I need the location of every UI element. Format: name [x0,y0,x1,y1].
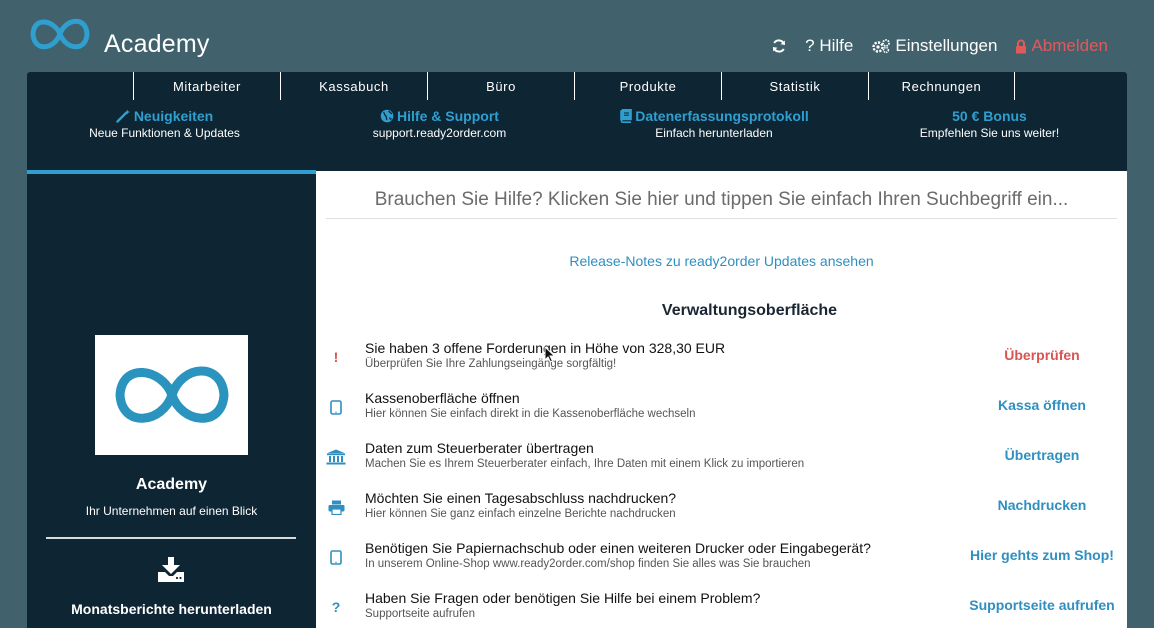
open-register-button[interactable]: Kassa öffnen [967,397,1117,413]
settings-label: Einstellungen [895,36,998,55]
nav-item-buero[interactable]: Büro [427,72,574,100]
shop-button[interactable]: Hier gehts zum Shop! [967,547,1117,563]
task-open-pos: Kassenoberfläche öffnen Hier können Sie … [316,389,1127,439]
nav-item-rechnungen[interactable]: Rechnungen [868,72,1015,100]
promo-support[interactable]: Hilfe & Support support.ready2order.com [337,108,542,140]
nav-item-statistik[interactable]: Statistik [721,72,868,100]
sidebar-subtitle: Ihr Unternehmen auf einen Blick [85,504,258,518]
refresh-icon [773,39,786,53]
promo-bonus-subtitle: Empfehlen Sie uns weiter! [919,126,1060,140]
task-open-receivables: ! Sie haben 3 offene Forderungen in Höhe… [316,339,1127,389]
nav-item-mitarbeiter[interactable]: Mitarbeiter [133,72,280,100]
release-notes-link[interactable]: Release-Notes zu ready2order Updates ans… [316,253,1127,269]
main-nav: Mitarbeiter Kassabuch Büro Produkte Stat… [133,72,1015,100]
logout-link[interactable]: Abmelden [1015,36,1108,56]
book-icon [620,109,633,123]
task-title: Möchten Sie einen Tagesabschluss nachdru… [365,490,677,506]
logout-label: Abmelden [1031,36,1108,55]
help-search-input[interactable] [326,181,1117,219]
task-subtitle: Hier können Sie einfach direkt in die Ka… [365,408,696,420]
support-page-button[interactable]: Supportseite aufrufen [967,597,1117,613]
content-area: Release-Notes zu ready2order Updates ans… [316,171,1127,628]
bank-icon [324,447,348,467]
nav-item-kassabuch[interactable]: Kassabuch [280,72,427,100]
section-title: Verwaltungsoberfläche [661,302,838,319]
globe-icon [380,109,394,123]
reprint-button[interactable]: Nachdrucken [967,497,1117,513]
top-actions: ? Hilfe Einstellungen Abmelden [771,36,1108,56]
nav-item-produkte[interactable]: Produkte [574,72,721,100]
download-button[interactable] [157,557,185,588]
promo-bonus[interactable]: 50 € Bonus Empfehlen Sie uns weiter! [887,108,1092,140]
promo-protocol-subtitle: Einfach herunterladen [655,126,773,140]
academy-logo-icon [114,366,229,423]
promo-support-title: Hilfe & Support [397,108,499,124]
task-subtitle: In unserem Online-Shop www.ready2order.c… [365,558,811,570]
task-support: ? Haben Sie Fragen oder benötigen Sie Hi… [316,589,1127,628]
task-title: Haben Sie Fragen oder benötigen Sie Hilf… [365,590,761,606]
tablet-icon [324,397,348,417]
task-title: Benötigen Sie Papiernachschub oder einen… [365,540,871,556]
review-button[interactable]: Überprüfen [967,347,1117,363]
task-shop: Benötigen Sie Papiernachschub oder einen… [316,539,1127,589]
transfer-button[interactable]: Übertragen [967,447,1117,463]
promo-news[interactable]: Neuigkeiten Neue Funktionen & Updates [62,108,267,140]
task-title: Daten zum Steuerberater übertragen [365,440,594,456]
sidebar-accent-line [27,170,316,174]
help-label: ? Hilfe [805,36,854,55]
exclamation-icon: ! [333,349,339,365]
download-icon [158,557,184,582]
brand-logo-icon [30,18,90,50]
promo-protocol-title: Datenerfassungsprotokoll [635,108,809,124]
magic-wand-icon [116,109,130,123]
help-link[interactable]: ? Hilfe [805,36,853,56]
promo-news-title: Neuigkeiten [133,108,214,124]
task-title: Kassenoberfläche öffnen [365,390,520,406]
promo-bonus-title: 50 € Bonus [952,108,1027,124]
gears-icon [872,39,891,54]
brand[interactable]: Academy [28,10,209,58]
company-logo [95,335,248,455]
brand-name: Academy [104,30,210,58]
task-reprint: Möchten Sie einen Tagesabschluss nachdru… [316,489,1127,539]
top-header: Academy ? Hilfe Einstellungen Abmelden [0,0,1154,72]
lock-icon [1016,39,1027,53]
mouse-cursor-icon [544,346,556,363]
task-subtitle: Supportseite aufrufen [365,608,475,620]
download-monthly-reports-link[interactable]: Monatsberichte herunterladen [27,601,316,617]
task-tax-advisor: Daten zum Steuerberater übertragen Mache… [316,439,1127,489]
tablet-icon [324,547,348,567]
task-subtitle: Überprüfen Sie Ihre Zahlungseingänge sor… [365,358,617,370]
question-icon: ? [331,599,341,615]
promo-protocol[interactable]: Datenerfassungsprotokoll Einfach herunte… [594,108,834,140]
sidebar-divider [46,537,296,539]
task-subtitle: Machen Sie es Ihrem Steuerberater einfac… [365,458,805,470]
task-subtitle: Hier können Sie ganz einfach einzelne Be… [365,508,676,520]
promo-news-subtitle: Neue Funktionen & Updates [89,126,240,140]
settings-link[interactable]: Einstellungen [871,36,997,56]
printer-icon [324,497,348,517]
refresh-button[interactable] [771,38,787,54]
promo-support-subtitle: support.ready2order.com [372,126,507,140]
sidebar-title: Academy [135,476,208,493]
task-list: ! Sie haben 3 offene Forderungen in Höhe… [316,339,1127,628]
